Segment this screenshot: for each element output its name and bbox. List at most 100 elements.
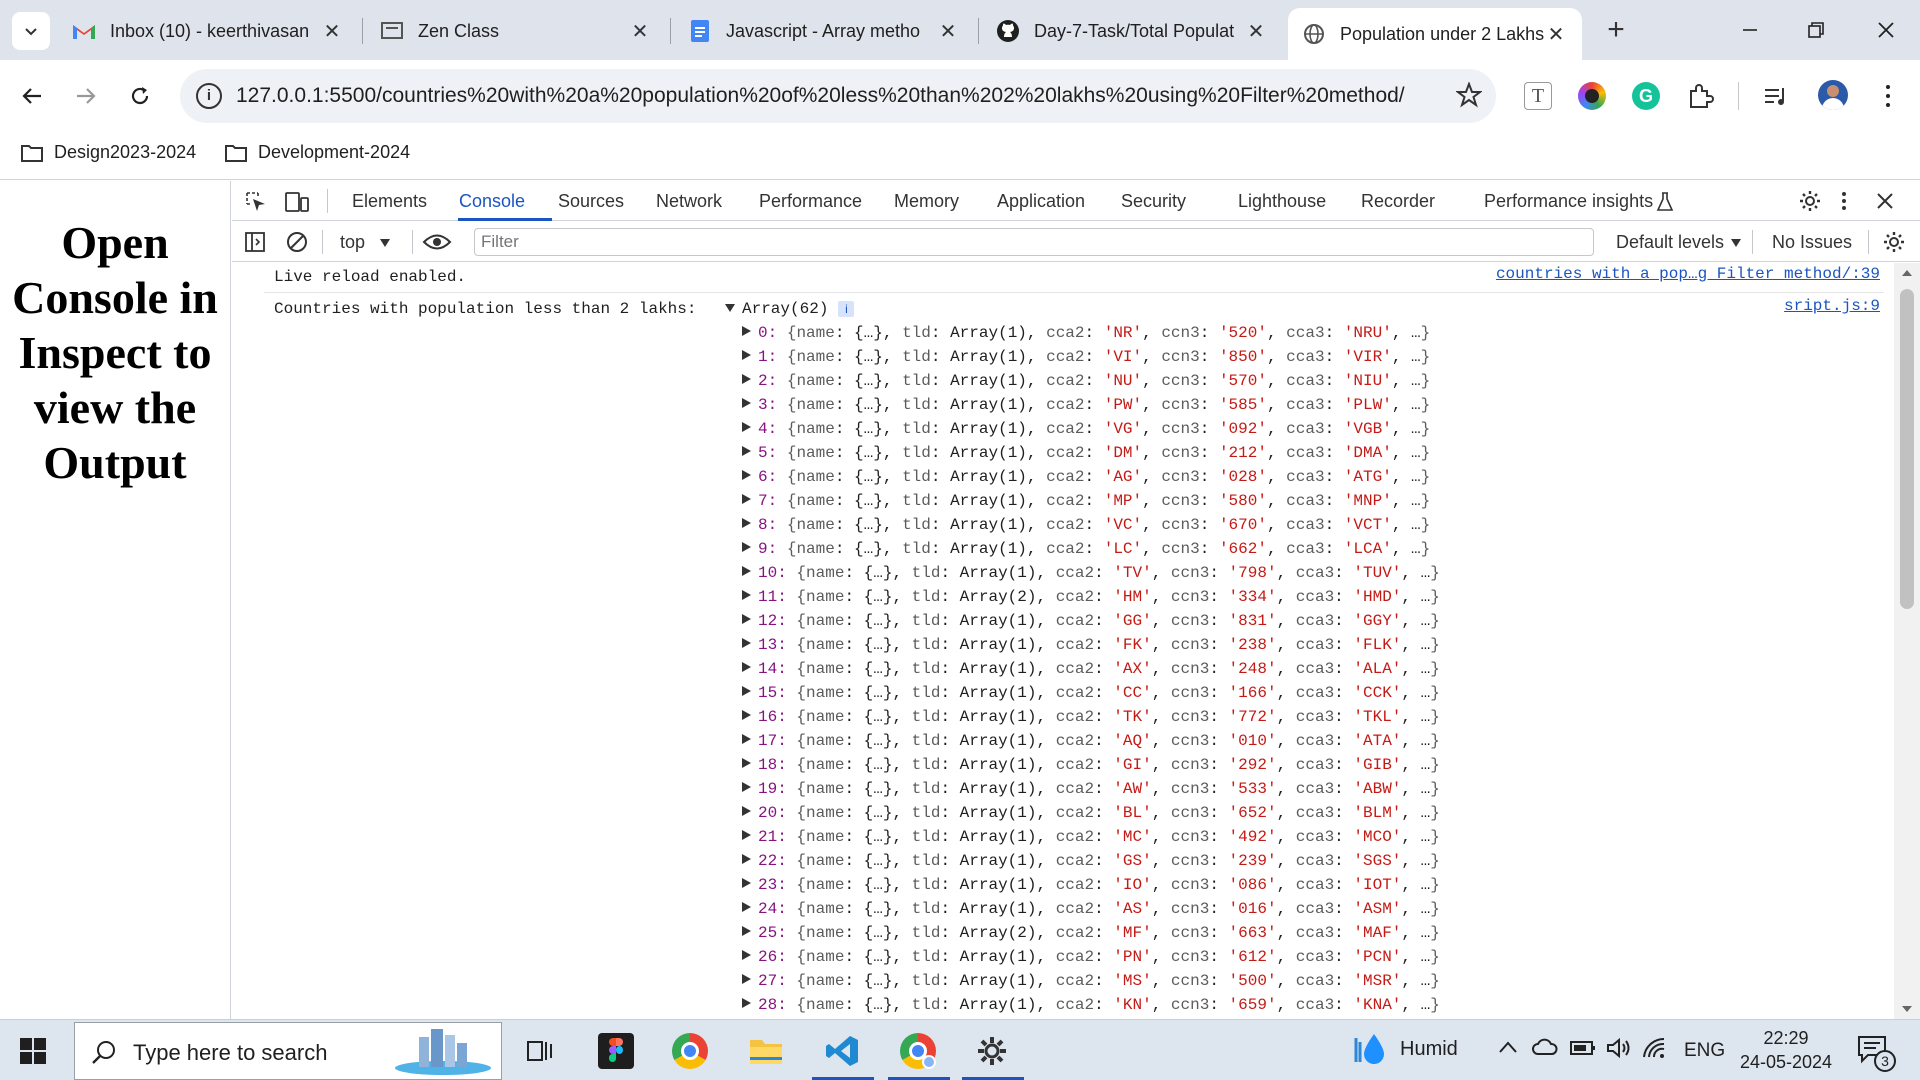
array-entry[interactable]: 27: {name: {…}, tld: Array(1), cca2: 'MS… [742,969,1440,993]
expand-triangle-icon[interactable] [742,782,751,793]
chrome-icon[interactable] [670,1031,710,1071]
expand-triangle-icon[interactable] [742,854,751,865]
battery-icon[interactable] [1570,1040,1596,1061]
source-link[interactable]: sript.js:9 [1784,297,1880,315]
close-icon[interactable]: ✕ [1244,19,1268,44]
minimize-button[interactable] [1730,10,1770,50]
source-link[interactable]: countries with a pop…g Filter method/:39 [1496,265,1880,283]
reload-button[interactable] [120,76,160,116]
array-entry[interactable]: 25: {name: {…}, tld: Array(2), cca2: 'MF… [742,921,1440,945]
tab-performance[interactable]: Performance [759,191,862,212]
array-entry[interactable]: 14: {name: {…}, tld: Array(1), cca2: 'AX… [742,657,1440,681]
scroll-down-icon[interactable] [1901,1005,1913,1013]
array-entry[interactable]: 2: {name: {…}, tld: Array(1), cca2: 'NU'… [742,369,1430,393]
sidebar-toggle-icon[interactable] [244,231,266,258]
tab-memory[interactable]: Memory [894,191,959,212]
expand-triangle-icon[interactable] [742,350,751,361]
array-entry[interactable]: 7: {name: {…}, tld: Array(1), cca2: 'MP'… [742,489,1430,513]
tab-github[interactable]: Day-7-Task/Total Populat ✕ [982,8,1282,54]
inspect-element-icon[interactable] [244,190,268,219]
expand-triangle-icon[interactable] [742,590,751,601]
array-entry[interactable]: 3: {name: {…}, tld: Array(1), cca2: 'PW'… [742,393,1430,417]
language-indicator[interactable]: ENG [1684,1040,1725,1062]
console-settings-gear-icon[interactable] [1882,230,1906,259]
expand-triangle-icon[interactable] [742,446,751,457]
array-entry[interactable]: 16: {name: {…}, tld: Array(1), cca2: 'TK… [742,705,1440,729]
expand-triangle-icon[interactable] [742,686,751,697]
clear-console-icon[interactable] [286,231,308,258]
expand-triangle-icon[interactable] [742,950,751,961]
array-entry[interactable]: 28: {name: {…}, tld: Array(1), cca2: 'KN… [742,993,1440,1017]
expand-triangle-icon[interactable] [742,878,751,889]
forward-button[interactable] [66,76,106,116]
array-entry[interactable]: 17: {name: {…}, tld: Array(1), cca2: 'AQ… [742,729,1440,753]
bookmark-folder-development[interactable]: Development-2024 [224,142,410,163]
expand-triangle-icon[interactable] [742,974,751,985]
tab-javascript-docs[interactable]: Javascript - Array metho ✕ [674,8,974,54]
media-control-icon[interactable] [1762,82,1790,115]
address-bar[interactable]: i 127.0.0.1:5500/countries%20with%20a%20… [180,69,1496,123]
issues-counter[interactable]: No Issues [1772,232,1852,253]
tab-lighthouse[interactable]: Lighthouse [1238,191,1326,212]
array-entry[interactable]: 9: {name: {…}, tld: Array(1), cca2: 'LC'… [742,537,1430,561]
restore-button[interactable] [1796,10,1836,50]
expand-triangle-icon[interactable] [742,662,751,673]
expand-triangle-icon[interactable] [742,542,751,553]
array-entry[interactable]: 12: {name: {…}, tld: Array(1), cca2: 'GG… [742,609,1440,633]
clock[interactable]: 22:29 24-05-2024 [1730,1026,1842,1074]
tab-security[interactable]: Security [1121,191,1186,212]
expand-triangle-icon[interactable] [742,374,751,385]
array-entry[interactable]: 22: {name: {…}, tld: Array(1), cca2: 'GS… [742,849,1440,873]
avatar[interactable] [1818,80,1848,110]
expand-triangle-icon[interactable] [742,422,751,433]
expand-triangle-icon[interactable] [742,518,751,529]
expand-triangle-icon[interactable] [742,926,751,937]
extension-t-icon[interactable]: T [1524,82,1552,110]
array-entry[interactable]: 20: {name: {…}, tld: Array(1), cca2: 'BL… [742,801,1440,825]
tab-zen-class[interactable]: Zen Class ✕ [366,8,666,54]
tab-gmail[interactable]: Inbox (10) - keerthivasan ✕ [58,8,358,54]
close-icon[interactable]: ✕ [936,19,960,44]
close-icon[interactable]: ✕ [1544,22,1568,47]
extension-color-icon[interactable] [1578,82,1606,110]
back-button[interactable] [12,76,52,116]
close-icon[interactable]: ✕ [320,19,344,44]
tab-elements[interactable]: Elements [352,191,427,212]
array-entry[interactable]: 15: {name: {…}, tld: Array(1), cca2: 'CC… [742,681,1440,705]
tab-console[interactable]: Console [459,191,525,212]
expand-triangle-icon[interactable] [742,566,751,577]
tab-population-active[interactable]: Population under 2 Lakhs ✕ [1288,8,1582,60]
array-entry[interactable]: 26: {name: {…}, tld: Array(1), cca2: 'PN… [742,945,1440,969]
expand-triangle-icon[interactable] [742,998,751,1009]
figma-icon[interactable] [596,1031,636,1071]
site-info-icon[interactable]: i [196,83,222,109]
file-explorer-icon[interactable] [746,1031,786,1071]
context-selector[interactable]: top [340,232,391,253]
array-entry[interactable]: 5: {name: {…}, tld: Array(1), cca2: 'DM'… [742,441,1430,465]
tab-recorder[interactable]: Recorder [1361,191,1435,212]
task-view-icon[interactable] [520,1031,560,1071]
expand-triangle-icon[interactable] [742,470,751,481]
weather-widget[interactable]: Humid [1348,1030,1458,1068]
array-entry[interactable]: 18: {name: {…}, tld: Array(1), cca2: 'GI… [742,753,1440,777]
expand-triangle-icon[interactable] [742,398,751,409]
tab-performance-insights[interactable]: Performance insights [1484,191,1653,212]
expand-triangle-icon[interactable] [742,638,751,649]
array-entry[interactable]: 11: {name: {…}, tld: Array(2), cca2: 'HM… [742,585,1440,609]
expand-triangle-icon[interactable] [742,326,751,337]
chrome-menu-icon[interactable] [1878,82,1898,110]
close-devtools-button[interactable] [1876,192,1894,215]
tab-application[interactable]: Application [997,191,1085,212]
scrollbar-thumb[interactable] [1900,289,1914,609]
expand-triangle-icon[interactable] [742,902,751,913]
start-button[interactable] [20,1038,46,1069]
settings-gear-icon[interactable] [972,1031,1012,1071]
chevron-up-icon[interactable] [1498,1040,1518,1059]
bookmark-star-icon[interactable] [1455,81,1483,113]
notifications-button[interactable]: 3 [1856,1034,1896,1074]
array-entry[interactable]: 24: {name: {…}, tld: Array(1), cca2: 'AS… [742,897,1440,921]
array-entry[interactable]: 19: {name: {…}, tld: Array(1), cca2: 'AW… [742,777,1440,801]
array-entry[interactable]: 10: {name: {…}, tld: Array(1), cca2: 'TV… [742,561,1440,585]
onedrive-cloud-icon[interactable] [1532,1038,1558,1061]
array-entry[interactable]: 8: {name: {…}, tld: Array(1), cca2: 'VC'… [742,513,1430,537]
